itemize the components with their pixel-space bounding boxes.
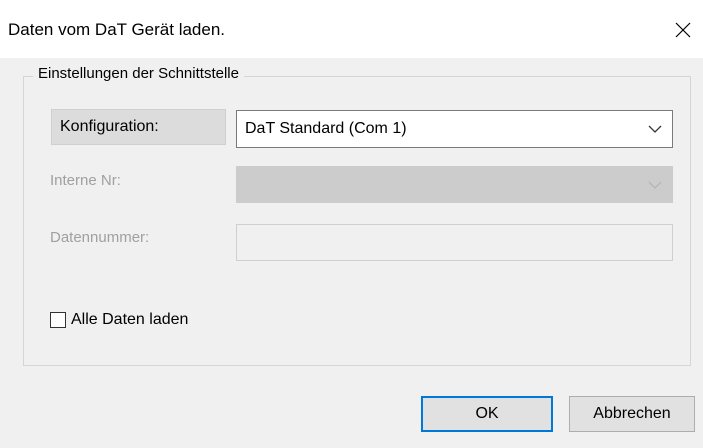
konfiguration-label: Konfiguration:: [60, 118, 159, 135]
konfiguration-button[interactable]: Konfiguration:: [51, 109, 226, 145]
konfiguration-select[interactable]: DaT Standard (Com 1): [236, 110, 673, 148]
cancel-button[interactable]: Abbrechen: [569, 396, 695, 432]
dialog-window: Daten vom DaT Gerät laden. Einstellungen…: [0, 0, 703, 448]
datennummer-label: Datennummer:: [50, 229, 150, 246]
close-button[interactable]: [663, 10, 703, 50]
cancel-button-label: Abbrechen: [593, 405, 671, 422]
interne-nr-select: [236, 166, 673, 203]
ok-button[interactable]: OK: [421, 396, 553, 432]
konfiguration-value: DaT Standard (Com 1): [245, 120, 407, 137]
chevron-down-icon: [648, 181, 662, 189]
interne-nr-label: Interne Nr:: [50, 172, 121, 189]
alle-daten-checkbox[interactable]: [50, 312, 66, 328]
group-legend: Einstellungen der Schnittstelle: [33, 65, 244, 82]
datennummer-field: [236, 224, 673, 261]
alle-daten-label: Alle Daten laden: [71, 311, 189, 328]
alle-daten-checkbox-row[interactable]: Alle Daten laden: [50, 311, 188, 329]
title-bar: Daten vom DaT Gerät laden.: [0, 0, 703, 58]
close-icon: [675, 22, 691, 38]
ok-button-label: OK: [475, 405, 499, 422]
chevron-down-icon: [648, 125, 662, 133]
window-title: Daten vom DaT Gerät laden.: [8, 20, 226, 39]
